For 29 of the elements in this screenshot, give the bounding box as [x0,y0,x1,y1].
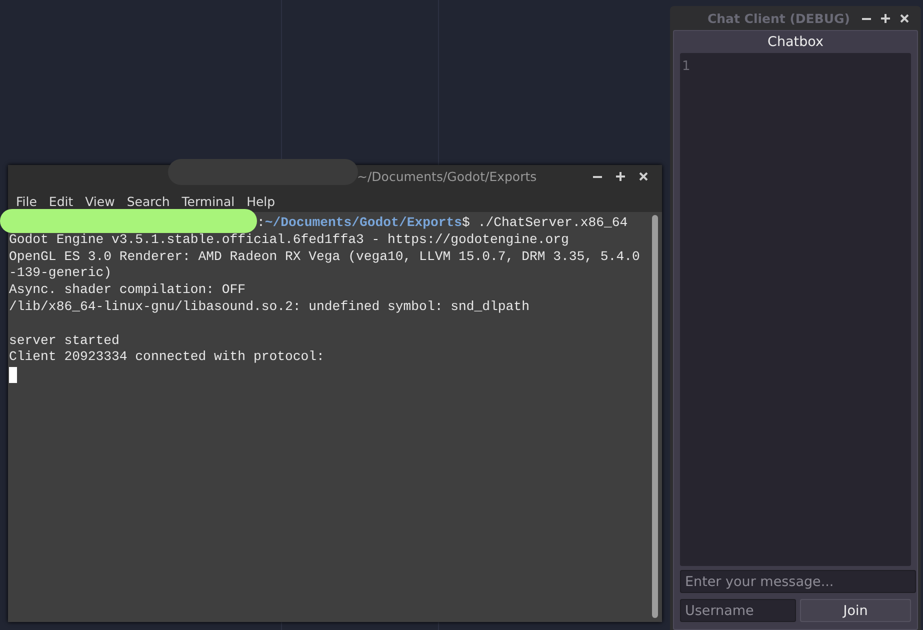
text-cursor [9,366,17,383]
output-line: OpenGL ES 3.0 Renderer: AMD Radeon RX Vega (vega10, LLVM 15.0.7, DRM 3.35, 5.4.0 [9,248,641,266]
output-line: /lib/x86_64-linux-gnu/libasound.so.2: undefined symbol: snd_dlpath [9,298,530,316]
menu-item[interactable]: Edit [48,194,82,212]
close-icon[interactable] [900,14,909,22]
line-number: 1 [682,59,690,74]
output-line: Async. shader compilation: OFF [9,282,247,299]
menu-item[interactable]: File [16,194,45,212]
output-line: Godot Engine v3.5.1.stable.official.6fed1ffa3 - https://godotengine.org [9,232,570,249]
scrollbar[interactable] [652,215,658,618]
output-line: -139-generic) [9,265,113,282]
menu-item[interactable]: Search [126,194,178,212]
output-line: Client 20923334 connected with protocol: [9,349,326,366]
join-button[interactable]: Join [800,599,911,622]
menu-item[interactable]: Help [246,194,284,212]
prompt-text: $ ./ChatServer.x86_64 [462,215,628,232]
maximize-icon[interactable] [881,14,890,22]
menu-item[interactable]: View [85,194,123,212]
prompt-text: : [257,215,265,232]
menu-item[interactable]: Terminal [182,194,243,212]
username-field[interactable]: Username [680,599,796,622]
maximize-icon[interactable] [616,172,625,181]
close-icon[interactable] [639,172,648,181]
panel-heading: Chatbox [766,33,824,52]
window-title: Chat Client (DEBUG) [707,10,850,26]
prompt-text: ~/Documents/Godot/Exports [264,215,462,232]
message-field[interactable]: Enter your message... [680,570,916,593]
window-title: ~/Documents/Godot/Exports [357,169,537,184]
output-line: server started [9,332,120,350]
